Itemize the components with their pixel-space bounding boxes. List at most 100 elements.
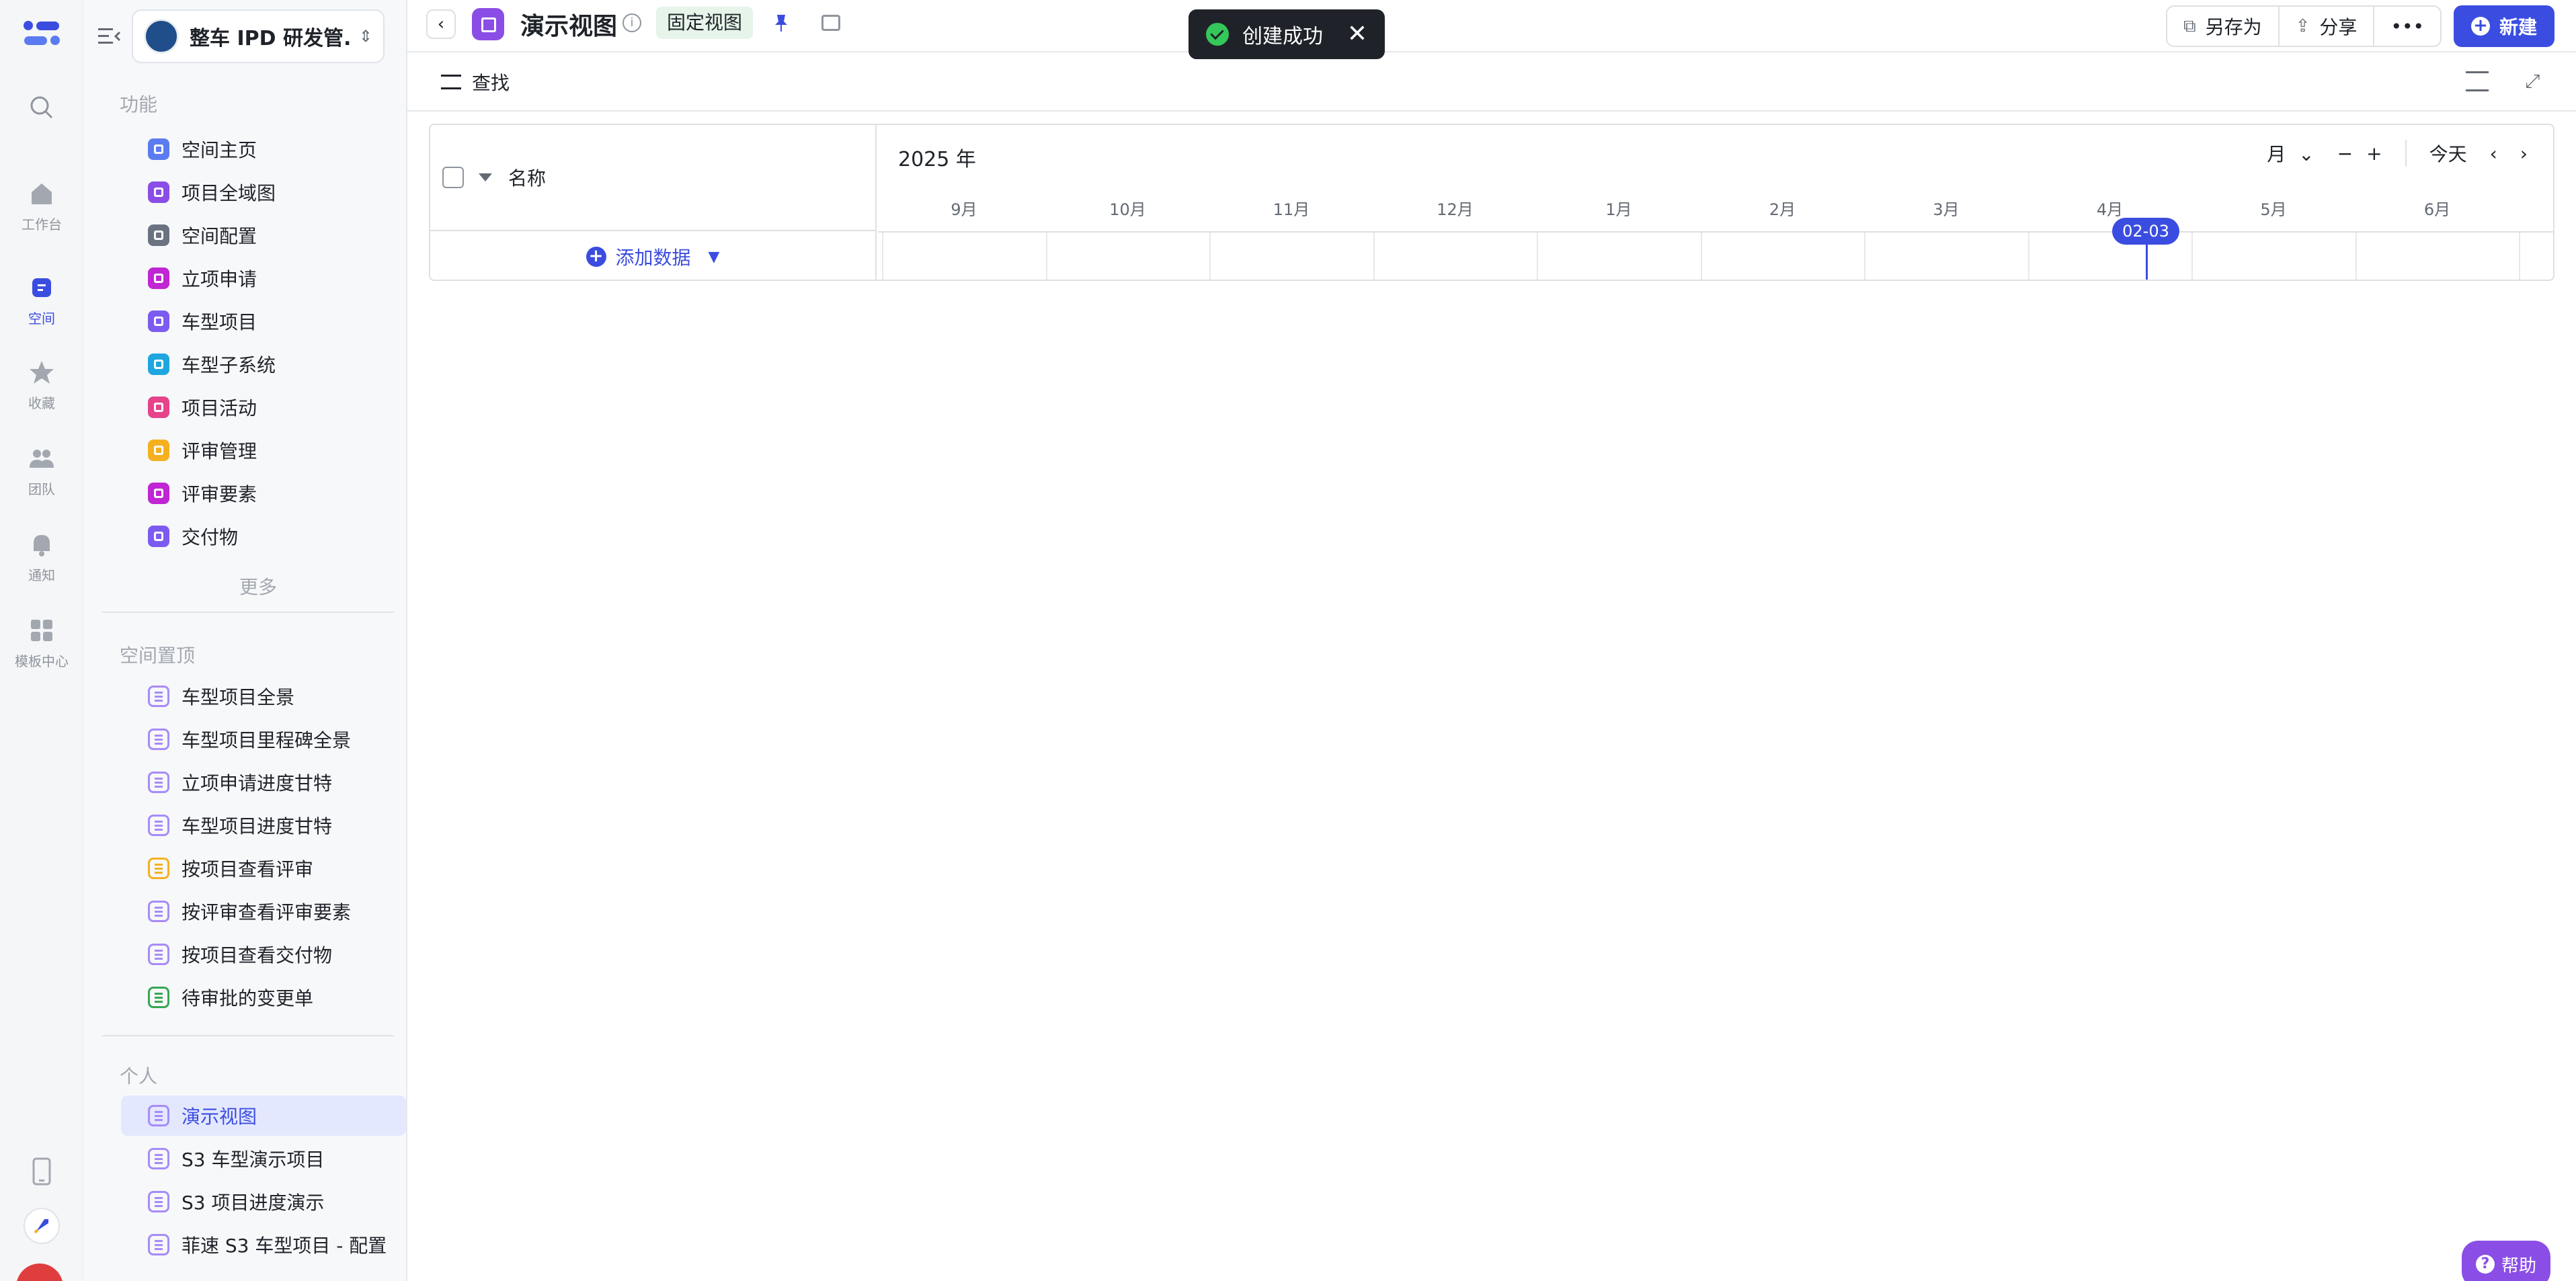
zoom-in-button[interactable]: +	[2366, 142, 2382, 165]
sidebar-item[interactable]: 项目活动	[121, 387, 406, 427]
sidebar-item[interactable]: 菲速 S3 车型项目 - 配置	[121, 1225, 406, 1265]
fullscreen-icon[interactable]: ⤢	[2525, 70, 2546, 92]
today-marker: 02-03	[2112, 218, 2179, 245]
sidebar-item[interactable]: 车型项目全景	[121, 676, 406, 716]
timeline-year: 2025 年	[898, 148, 976, 171]
month-label: 12月	[1437, 200, 1474, 219]
add-data-button[interactable]: + 添加数据 ▼	[430, 233, 875, 280]
back-button[interactable]: ‹	[426, 9, 456, 39]
expand-all-icon[interactable]	[479, 173, 492, 181]
more-button[interactable]: •••	[2374, 7, 2440, 46]
sidebar-item-icon	[148, 1148, 169, 1169]
sidebar-item[interactable]: 车型子系统	[121, 344, 406, 384]
sidebar-item-icon	[148, 224, 169, 246]
sidebar-item[interactable]: 立项申请	[121, 258, 406, 298]
sidebar-item[interactable]: 评审管理	[121, 430, 406, 470]
check-circle-icon	[1206, 23, 1229, 46]
sidebar-item[interactable]: S3 车型演示项目	[121, 1139, 406, 1179]
sidebar-item-label: 车型项目	[182, 311, 257, 333]
sidebar-item-icon	[148, 729, 169, 750]
rail-team[interactable]: 团队	[0, 445, 83, 498]
mobile-icon[interactable]	[30, 1157, 54, 1186]
sidebar-item-icon	[148, 815, 169, 836]
month-label: 5月	[2260, 200, 2287, 219]
month-label: 4月	[2096, 200, 2124, 219]
sidebar-item[interactable]: 空间主页	[121, 129, 406, 169]
month-label: 1月	[1605, 200, 1632, 219]
avatar[interactable]	[16, 1264, 63, 1281]
timeline-row-line	[878, 231, 2553, 233]
sidebar-item-icon	[148, 901, 169, 922]
gantt-chart: 名称 + 添加数据 ▼ 2025 年 月 ⌄ − + 今天 ‹ › 9月 10月 1…	[429, 124, 2554, 281]
month-label: 11月	[1273, 200, 1310, 219]
next-icon[interactable]: ›	[2520, 142, 2528, 165]
caret-down-icon[interactable]: ▼	[709, 249, 720, 265]
rail-space[interactable]: 空间	[0, 274, 83, 327]
section-features-title: 功能	[120, 93, 158, 116]
find-button[interactable]: 查找	[441, 69, 510, 95]
sidebar-item-label: 待审批的变更单	[182, 987, 314, 1009]
collapse-sidebar-icon[interactable]	[97, 24, 121, 48]
pin-icon[interactable]	[770, 12, 792, 34]
sidebar-item[interactable]: 按项目查看评审	[121, 848, 406, 889]
sidebar-item[interactable]: 演示视图	[121, 1096, 406, 1136]
sidebar-item[interactable]: 按评审查看评审要素	[121, 891, 406, 932]
prev-icon[interactable]: ‹	[2490, 142, 2497, 165]
month-gridline	[2191, 233, 2193, 280]
rail-templates[interactable]: 模板中心	[0, 617, 83, 670]
sidebar-item-icon	[148, 397, 169, 418]
close-icon[interactable]: ✕	[1347, 22, 1367, 46]
find-label: 查找	[472, 72, 510, 94]
sidebar-item-label: 立项申请进度甘特	[182, 772, 333, 794]
sidebar-item[interactable]: S3 项目进度演示	[121, 1182, 406, 1222]
month-gridline	[1045, 233, 1047, 280]
rail-search[interactable]	[0, 94, 83, 128]
month-gridline	[2355, 233, 2357, 280]
add-data-label: 添加数据	[615, 247, 691, 269]
month-gridline	[1373, 233, 1375, 280]
sidebar-item[interactable]: 车型项目	[121, 301, 406, 341]
sidebar-item[interactable]: 车型项目进度甘特	[121, 805, 406, 845]
filter-settings-icon[interactable]	[2466, 71, 2489, 91]
sidebar-item-icon	[148, 354, 169, 375]
save-as-button[interactable]: ⧉ 另存为	[2167, 7, 2280, 46]
sidebar-item[interactable]: 按项目查看交付物	[121, 934, 406, 975]
scale-select[interactable]: 月 ⌄	[2244, 140, 2314, 167]
rocket-icon[interactable]	[23, 1207, 61, 1245]
sidebar-item[interactable]: 项目全域图	[121, 172, 406, 212]
app-logo-icon[interactable]	[23, 20, 61, 47]
rail-space-label: 空间	[28, 311, 55, 327]
space-selector[interactable]: 整车 IPD 研发管... ⇕	[132, 9, 385, 63]
name-column-header: 名称	[508, 167, 547, 190]
embed-icon[interactable]	[821, 15, 840, 31]
rail-workbench[interactable]: 工作台	[0, 180, 83, 233]
section-pinned-title: 空间置顶	[120, 645, 196, 667]
sidebar-item[interactable]: 车型项目里程碑全景	[121, 719, 406, 759]
sidebar-item-icon	[148, 858, 169, 879]
sidebar-item-label: 演示视图	[182, 1106, 257, 1128]
sidebar: 整车 IPD 研发管... ⇕ 功能 空间主页 项目全域图 空间配置 立项申请车型项目…	[83, 0, 407, 1281]
select-all-checkbox[interactable]	[442, 167, 464, 188]
today-button[interactable]: 今天	[2429, 140, 2467, 167]
share-button[interactable]: ⇪ 分享	[2280, 7, 2375, 46]
fixed-view-badge[interactable]: 固定视图	[656, 7, 754, 39]
new-button[interactable]: + 新建	[2453, 5, 2554, 47]
chevron-left-icon: ‹	[437, 14, 445, 34]
new-label: 新建	[2499, 16, 2537, 38]
plus-circle-icon: +	[586, 247, 606, 267]
sidebar-item[interactable]: 立项申请进度甘特	[121, 762, 406, 802]
success-toast: 创建成功 ✕	[1189, 9, 1385, 59]
sidebar-divider	[102, 1035, 394, 1036]
sidebar-item[interactable]: 空间配置	[121, 215, 406, 255]
rail-notifications[interactable]: 通知	[0, 531, 83, 584]
help-label: 帮助	[2501, 1255, 2536, 1276]
more-link[interactable]: 更多	[239, 573, 277, 600]
info-icon[interactable]: i	[622, 13, 641, 32]
sidebar-item[interactable]: 交付物	[121, 516, 406, 556]
rail-favorites[interactable]: 收藏	[0, 359, 83, 412]
help-button[interactable]: ? 帮助	[2462, 1241, 2550, 1281]
month-gridline	[882, 233, 884, 280]
sidebar-item[interactable]: 评审要素	[121, 473, 406, 513]
sidebar-item[interactable]: 待审批的变更单	[121, 977, 406, 1018]
zoom-out-button[interactable]: −	[2337, 142, 2353, 165]
